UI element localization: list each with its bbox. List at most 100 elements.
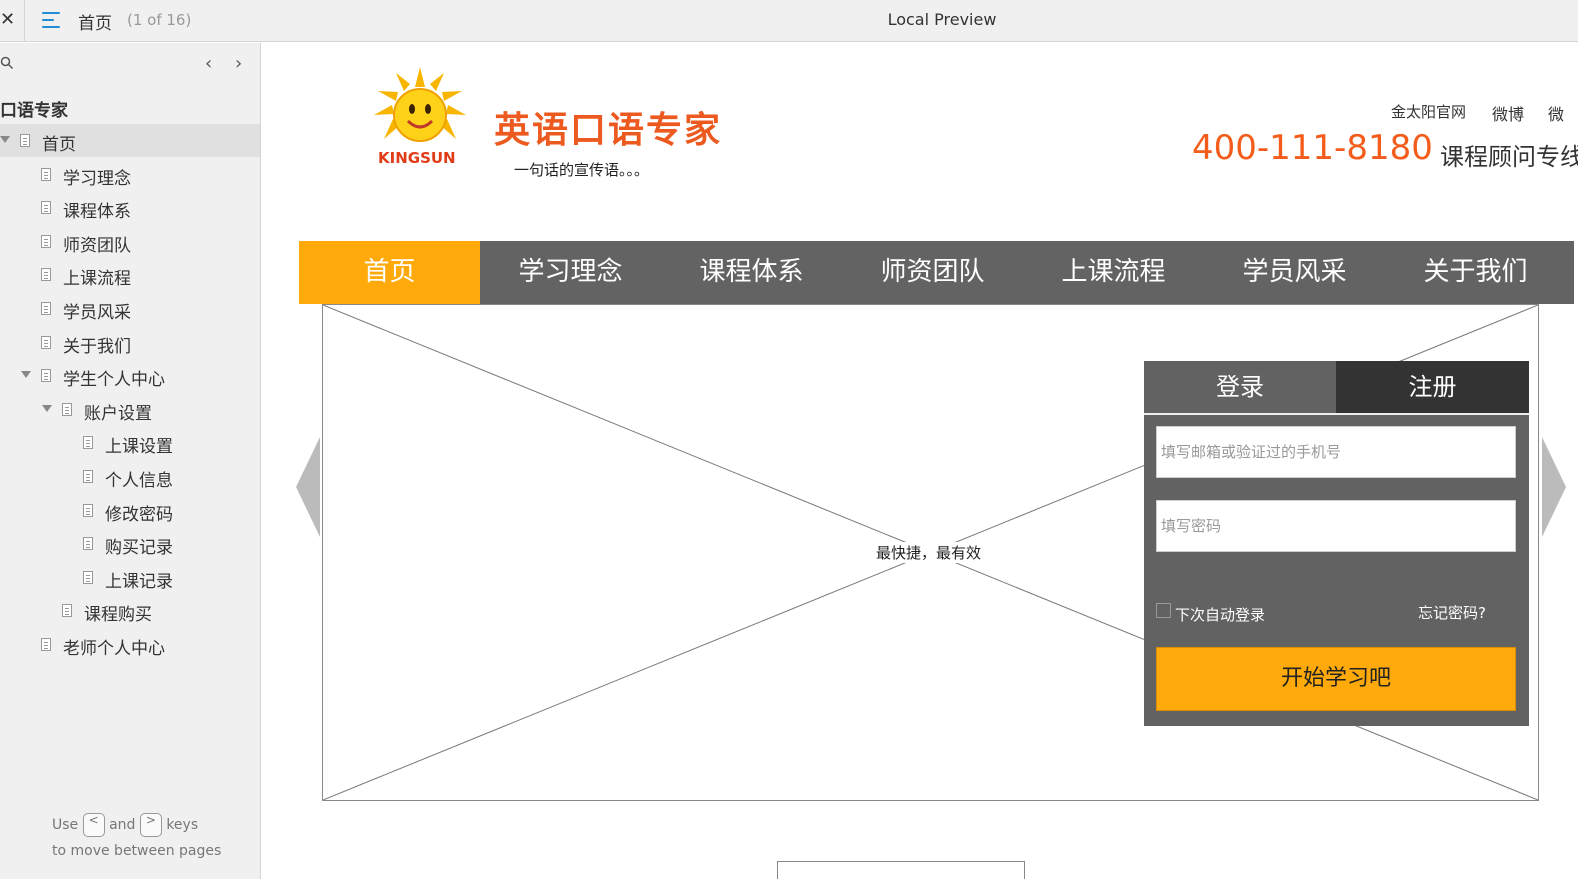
carousel-next-icon[interactable]	[1542, 437, 1566, 537]
tree-item[interactable]: 个人信息	[0, 460, 260, 493]
tree-item-label: 关于我们	[63, 336, 131, 357]
tab-register[interactable]: 注册	[1336, 361, 1529, 413]
page-icon	[83, 503, 93, 517]
remember-me-checkbox[interactable]	[1156, 603, 1171, 618]
tree-item-label: 老师个人中心	[63, 639, 165, 659]
tree-item-label: 上课流程	[63, 269, 131, 290]
close-icon[interactable]: ✕	[0, 9, 15, 30]
page-icon	[41, 201, 51, 215]
hamburger-menu-icon[interactable]	[40, 10, 62, 30]
window-title: Local Preview	[887, 10, 997, 29]
banner-tagline: 最快捷，最有效	[873, 542, 985, 563]
page-icon	[41, 335, 51, 349]
page-icon	[83, 436, 93, 450]
remember-me-label: 下次自动登录	[1175, 606, 1266, 624]
start-learning-button[interactable]: 开始学习吧	[1156, 647, 1516, 711]
tab-login[interactable]: 登录	[1144, 361, 1336, 413]
prev-key-icon: <	[82, 813, 105, 837]
tree-item[interactable]: 购买记录	[0, 527, 260, 560]
expand-arrow-icon[interactable]	[42, 404, 52, 412]
tree-item-label: 学生个人中心	[63, 370, 165, 391]
tree-item[interactable]: 首页	[0, 124, 260, 157]
tree-item[interactable]: 上课流程	[0, 258, 260, 291]
keyboard-hint: Use < and > keys to move between pages	[0, 813, 250, 859]
page-icon	[41, 167, 51, 181]
tree-item[interactable]: 师资团队	[0, 225, 260, 258]
password-input[interactable]	[1156, 500, 1516, 552]
tree-item[interactable]: 老师个人中心	[0, 628, 260, 661]
tree-item[interactable]: 学生个人中心	[0, 359, 260, 392]
nav-courses[interactable]: 课程体系	[661, 241, 842, 304]
tree-item-label: 师资团队	[63, 235, 131, 256]
page-icon	[62, 604, 72, 618]
project-title: 口语专家	[0, 101, 68, 121]
expand-arrow-icon[interactable]	[0, 136, 10, 143]
nav-teachers[interactable]: 师资团队	[842, 241, 1023, 304]
account-input[interactable]	[1156, 426, 1516, 478]
login-panel: 登录 注册 下次自动登录 忘记密码? 开始学习吧	[1144, 361, 1529, 726]
tree-item-label: 修改密码	[105, 504, 173, 525]
previous-page-icon[interactable]: ‹	[205, 53, 212, 74]
hotline-label: 课程顾问专线	[1440, 143, 1578, 171]
tree-item-label: 课程购买	[84, 605, 152, 626]
page-icon	[83, 470, 93, 483]
nav-learning-philosophy[interactable]: 学习理念	[480, 241, 661, 304]
page-icon	[41, 302, 51, 315]
tree-item-label: 上课设置	[105, 437, 173, 458]
carousel-prev-icon[interactable]	[296, 437, 320, 537]
nav-student-showcase[interactable]: 学员风采	[1204, 241, 1385, 304]
tree-item[interactable]: 课程购买	[0, 594, 260, 627]
nav-home[interactable]: 首页	[299, 241, 480, 304]
hint-keys: keys	[166, 817, 199, 833]
page-tree-sidebar: ‹ › 口语专家 首页学习理念课程体系师资团队上课流程 学员风采关于我们学生个人中…	[0, 43, 261, 879]
tab-divider	[1144, 413, 1529, 415]
tree-item-label: 上课记录	[105, 571, 173, 592]
hint-and: and	[109, 817, 136, 833]
page-icon	[41, 638, 51, 651]
brand-name: 英语口语专家	[494, 110, 723, 151]
slogan: 一句话的宣传语。。。	[514, 161, 650, 179]
nav-about-us[interactable]: 关于我们	[1385, 241, 1566, 304]
tree-item[interactable]: 学习理念	[0, 158, 260, 191]
page-icon	[41, 268, 51, 282]
top-link-wechat[interactable]: 微	[1548, 101, 1564, 125]
top-link-weibo[interactable]: 微博	[1492, 101, 1524, 125]
hotline-number: 400-111-8180	[1192, 128, 1433, 168]
preview-toolbar: ✕ 首页 (1 of 16) Local Preview	[0, 0, 1578, 42]
tree-item-label: 购买记录	[105, 538, 173, 559]
tree-item[interactable]: 关于我们	[0, 326, 260, 359]
page-counter: (1 of 16)	[127, 11, 192, 29]
forgot-password-link[interactable]: 忘记密码?	[1418, 602, 1486, 623]
main-nav: 首页 学习理念 课程体系 师资团队 上课流程 学员风采 关于我们	[299, 241, 1574, 304]
footer-placeholder	[777, 861, 1025, 879]
nav-class-process[interactable]: 上课流程	[1023, 241, 1204, 304]
top-link-official-site[interactable]: 金太阳官网	[1391, 101, 1466, 122]
toolbar-divider	[24, 0, 25, 42]
page-icon	[41, 234, 51, 248]
tree-item-label: 个人信息	[105, 471, 173, 491]
tree-item[interactable]: 学员风采	[0, 292, 260, 325]
next-page-icon[interactable]: ›	[235, 53, 242, 74]
tree-item-label: 账户设置	[84, 403, 152, 424]
tree-item[interactable]: 上课记录	[0, 561, 260, 594]
logo-wordmark: KINGSUN	[378, 149, 456, 167]
next-key-icon: >	[139, 813, 162, 837]
hint-use: Use	[52, 817, 79, 833]
search-icon[interactable]	[0, 56, 14, 70]
tree-item-label: 课程体系	[63, 202, 131, 223]
tree-item[interactable]: 修改密码	[0, 494, 260, 527]
tree-item-label: 首页	[42, 135, 76, 155]
tree-item[interactable]: 上课设置	[0, 426, 260, 459]
tree-item[interactable]: 账户设置	[0, 393, 260, 426]
current-page-name: 首页	[78, 14, 112, 34]
page-icon	[62, 402, 72, 416]
preview-canvas: KINGSUN 英语口语专家 一句话的宣传语。。。 金太阳官网 微博 微 400…	[262, 43, 1578, 879]
page-icon	[41, 369, 51, 383]
tree-item[interactable]: 课程体系	[0, 191, 260, 224]
expand-arrow-icon[interactable]	[21, 371, 31, 379]
page-icon	[83, 570, 93, 584]
hint-line2: to move between pages	[52, 843, 222, 859]
sun-logo-icon	[374, 67, 466, 142]
page-icon	[83, 537, 93, 551]
page-icon	[20, 134, 30, 147]
